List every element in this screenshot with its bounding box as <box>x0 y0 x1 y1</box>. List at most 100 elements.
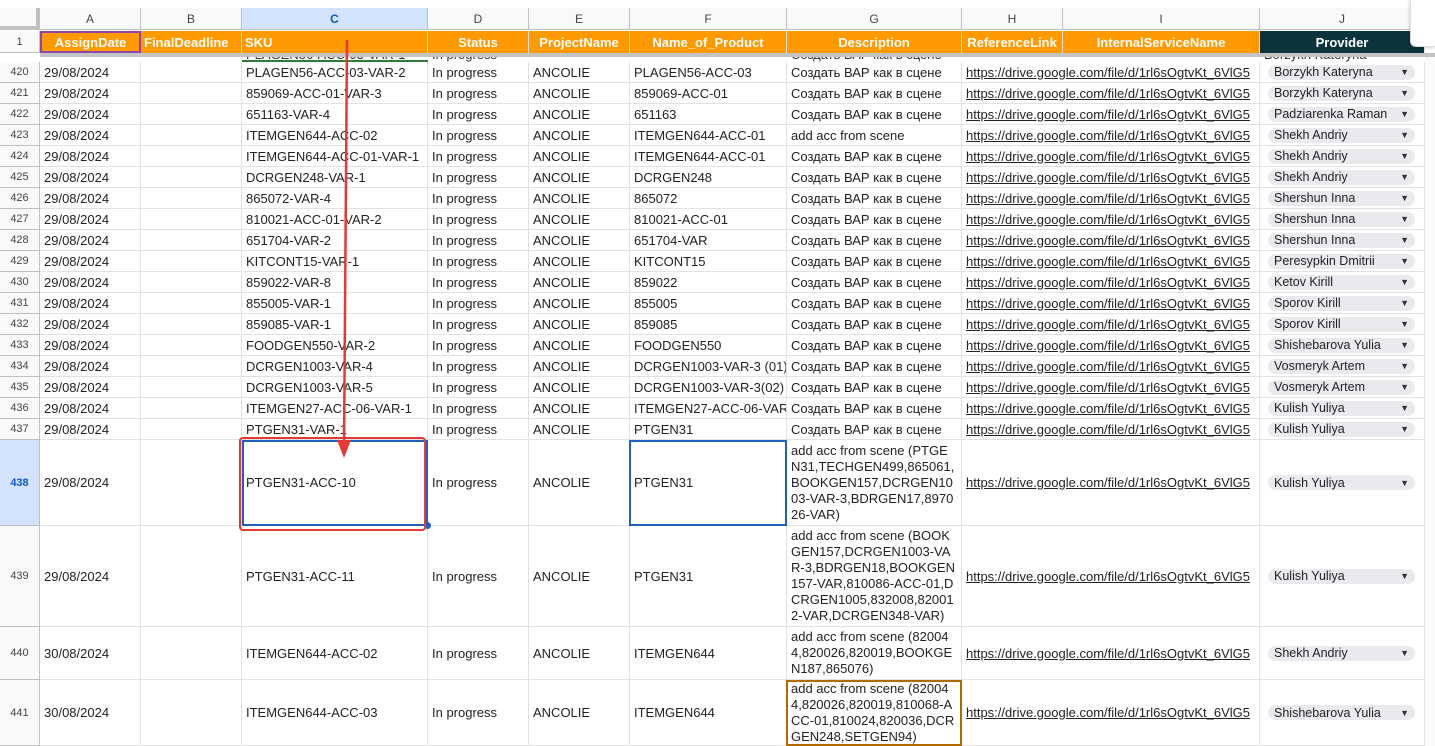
column-header-d[interactable]: D <box>428 8 529 30</box>
status-cell[interactable]: In progress <box>428 62 529 83</box>
provider-cell[interactable]: Sporov Kirill ▼ <box>1260 314 1425 335</box>
provider-dropdown[interactable]: Shekh Andriy ▼ <box>1268 169 1415 185</box>
empty-cell[interactable] <box>141 398 242 419</box>
empty-cell[interactable] <box>141 146 242 167</box>
empty-cell[interactable] <box>1063 398 1260 419</box>
empty-cell[interactable] <box>1063 230 1260 251</box>
select-all-corner[interactable] <box>0 8 40 30</box>
header-cell-projectname[interactable]: ProjectName <box>529 31 630 53</box>
provider-dropdown[interactable]: Shishebarova Yulia ▼ <box>1268 705 1415 720</box>
desc-cell[interactable]: Создать ВАР как в сцене <box>787 167 962 188</box>
sku-cell[interactable]: ITEMGEN644-ACC-03 <box>242 680 428 746</box>
dropdown-arrow-icon[interactable]: ▼ <box>1400 424 1409 434</box>
empty-cell[interactable] <box>1063 167 1260 188</box>
desc-cell[interactable]: add acc from scene (820044,820026,820019… <box>787 627 962 680</box>
empty-cell[interactable] <box>1063 272 1260 293</box>
row-number-435[interactable]: 435 <box>0 377 40 398</box>
row-number-429[interactable]: 429 <box>0 251 40 272</box>
empty-cell[interactable] <box>141 167 242 188</box>
status-cell[interactable]: In progress <box>428 272 529 293</box>
project-cell[interactable]: ANCOLIE <box>529 627 630 680</box>
project-cell[interactable]: ANCOLIE <box>529 356 630 377</box>
provider-cell[interactable]: Shishebarova Yulia ▼ <box>1260 335 1425 356</box>
provider-cell[interactable]: Kulish Yuliya ▼ <box>1260 419 1425 440</box>
dropdown-arrow-icon[interactable]: ▼ <box>1400 277 1409 287</box>
provider-cell[interactable]: Vosmeryk Artem ▼ <box>1260 377 1425 398</box>
row-number-423[interactable]: 423 <box>0 125 40 146</box>
dropdown-arrow-icon[interactable]: ▼ <box>1400 361 1409 371</box>
status-cell[interactable]: In progress <box>428 680 529 746</box>
project-cell[interactable]: ANCOLIE <box>529 104 630 125</box>
dropdown-arrow-icon[interactable]: ▼ <box>1400 214 1409 224</box>
dropdown-arrow-icon[interactable]: ▼ <box>1400 340 1409 350</box>
desc-cell[interactable]: Создать ВАР как в сцене <box>787 293 962 314</box>
status-cell[interactable]: In progress <box>428 230 529 251</box>
empty-cell[interactable] <box>1063 526 1260 627</box>
row-number-428[interactable]: 428 <box>0 230 40 251</box>
header-cell-sku[interactable]: SKU <box>242 31 428 53</box>
empty-cell[interactable] <box>141 62 242 83</box>
empty-cell[interactable] <box>141 83 242 104</box>
provider-dropdown[interactable]: Ketov Kirill ▼ <box>1268 274 1415 290</box>
provider-cell[interactable]: Kulish Yuliya ▼ <box>1260 440 1425 526</box>
status-cell[interactable]: In progress <box>428 209 529 230</box>
date-cell[interactable]: 29/08/2024 <box>40 230 141 251</box>
provider-dropdown[interactable]: Shekh Andriy ▼ <box>1268 148 1415 164</box>
status-cell[interactable]: In progress <box>428 146 529 167</box>
desc-cell[interactable]: Создать ВАР как в сцене <box>787 398 962 419</box>
provider-cell[interactable]: Shershun Inna ▼ <box>1260 188 1425 209</box>
project-cell[interactable]: ANCOLIE <box>529 251 630 272</box>
product-cell[interactable]: 859022 <box>630 272 787 293</box>
sku-cell[interactable]: 865072-VAR-4 <box>242 188 428 209</box>
provider-cell[interactable]: Shekh Andriy ▼ <box>1260 146 1425 167</box>
dropdown-arrow-icon[interactable]: ▼ <box>1400 235 1409 245</box>
status-cell[interactable]: In progress <box>428 377 529 398</box>
sku-cell[interactable]: 810021-ACC-01-VAR-2 <box>242 209 428 230</box>
row-number-436[interactable]: 436 <box>0 398 40 419</box>
column-header-i[interactable]: I <box>1063 8 1260 30</box>
empty-cell[interactable] <box>1063 356 1260 377</box>
row-number-440[interactable]: 440 <box>0 627 40 680</box>
status-cell[interactable]: In progress <box>428 104 529 125</box>
provider-dropdown[interactable]: Borzykh Kateryna ▼ <box>1268 64 1415 80</box>
empty-cell[interactable] <box>1063 293 1260 314</box>
project-cell[interactable]: ANCOLIE <box>529 125 630 146</box>
project-cell[interactable]: ANCOLIE <box>529 398 630 419</box>
dropdown-arrow-icon[interactable]: ▼ <box>1400 478 1409 488</box>
product-cell[interactable]: ITEMGEN644 <box>630 680 787 746</box>
product-cell[interactable]: DCRGEN1003-VAR-3(02) <box>630 377 787 398</box>
empty-cell[interactable] <box>1063 251 1260 272</box>
product-cell[interactable]: 865072 <box>630 188 787 209</box>
date-cell[interactable]: 29/08/2024 <box>40 440 141 526</box>
product-cell[interactable]: PTGEN31 <box>630 419 787 440</box>
project-cell[interactable]: ANCOLIE <box>529 62 630 83</box>
empty-cell[interactable] <box>1063 627 1260 680</box>
status-cell[interactable]: In progress <box>428 293 529 314</box>
row-number-422[interactable]: 422 <box>0 104 40 125</box>
provider-dropdown[interactable]: Peresypkin Dmitrii ▼ <box>1268 253 1415 269</box>
status-cell[interactable]: In progress <box>428 125 529 146</box>
provider-cell[interactable]: Shekh Andriy ▼ <box>1260 167 1425 188</box>
project-cell[interactable]: ANCOLIE <box>529 440 630 526</box>
column-header-b[interactable]: B <box>141 8 242 30</box>
empty-cell[interactable] <box>1063 188 1260 209</box>
project-cell[interactable]: ANCOLIE <box>529 419 630 440</box>
date-cell[interactable]: 29/08/2024 <box>40 188 141 209</box>
project-cell[interactable]: ANCOLIE <box>529 272 630 293</box>
product-cell[interactable]: 651704-VAR <box>630 230 787 251</box>
date-cell[interactable]: 29/08/2024 <box>40 251 141 272</box>
row-number-427[interactable]: 427 <box>0 209 40 230</box>
empty-cell[interactable] <box>141 440 242 526</box>
date-cell[interactable]: 29/08/2024 <box>40 377 141 398</box>
desc-cell[interactable]: Создать ВАР как в сцене <box>787 209 962 230</box>
empty-cell[interactable] <box>141 314 242 335</box>
column-header-f[interactable]: F <box>630 8 787 30</box>
column-header-e[interactable]: E <box>529 8 630 30</box>
desc-cell[interactable]: Создать ВАР как в сцене <box>787 230 962 251</box>
row-number-1[interactable]: 1 <box>0 31 40 53</box>
product-cell[interactable]: 651163 <box>630 104 787 125</box>
product-cell[interactable]: 855005 <box>630 293 787 314</box>
provider-dropdown[interactable]: Sporov Kirill ▼ <box>1268 295 1415 311</box>
row-number-438[interactable]: 438 <box>0 440 40 526</box>
header-cell-internalservicename[interactable]: InternalServiceName <box>1063 31 1260 53</box>
